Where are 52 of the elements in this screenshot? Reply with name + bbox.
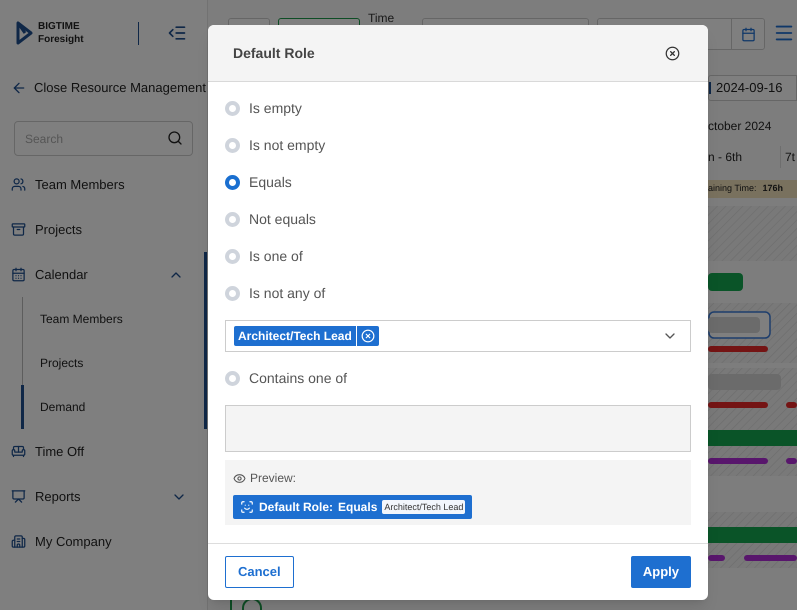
toolbar-label: Time (368, 12, 396, 24)
radio-option[interactable]: Is one of (225, 238, 691, 275)
text-area[interactable] (225, 405, 691, 452)
logo-subtitle: Foresight (38, 33, 84, 46)
radio-option[interactable]: Is not empty (225, 127, 691, 164)
close-icon[interactable] (665, 46, 680, 60)
radio-option[interactable]: Contains one of (225, 360, 691, 397)
search-icon[interactable] (167, 130, 183, 146)
nav-subitem[interactable]: Team Members (23, 297, 204, 341)
logo-icon (15, 20, 34, 46)
radio-option[interactable]: Equals (225, 164, 691, 201)
back-link[interactable]: Close Resource Management (0, 66, 207, 110)
preview-label: Preview: (250, 470, 296, 487)
selected-tag: Architect/Tech Lead (234, 326, 379, 346)
date-field[interactable]: 2024-09-16 (708, 75, 797, 101)
filter-chip: Default Role: Equals Architect/Tech Lead (233, 495, 472, 519)
remove-icon[interactable] (360, 329, 375, 343)
radio-option[interactable]: Is empty (225, 90, 691, 127)
nav-item[interactable]: Projects (0, 207, 207, 252)
nav-item[interactable]: Team Members (0, 162, 207, 207)
gantt-bar[interactable] (708, 527, 797, 543)
radio-option[interactable]: Is not any of (225, 275, 691, 312)
apply-button[interactable]: Apply (630, 556, 691, 588)
people-icon (11, 177, 26, 192)
gantt-bar[interactable] (708, 273, 743, 291)
presentation-icon (11, 489, 26, 504)
role-select[interactable]: Architect/Tech Lead (225, 320, 691, 352)
week-label: 7t (784, 149, 796, 166)
building-icon (11, 534, 26, 549)
gantt-bar[interactable] (708, 374, 781, 390)
eye-icon (233, 472, 246, 484)
radio-option[interactable]: Not equals (225, 201, 691, 238)
calendar-icon (11, 267, 26, 282)
armchair-icon (11, 444, 26, 459)
box-icon (11, 222, 26, 237)
calendar-icon[interactable] (740, 26, 756, 42)
nav-item[interactable]: Time Off (0, 429, 207, 474)
dialog-title: Default Role (233, 44, 316, 62)
month-label: ctober 2024 (708, 118, 772, 135)
radio-button[interactable] (225, 175, 240, 190)
nav-item[interactable]: Calendar (0, 252, 204, 297)
week-label: n - 6th (708, 149, 744, 166)
logo-text: BIGTIME (38, 20, 81, 33)
person-scan-icon (240, 500, 254, 514)
nav-item[interactable]: My Company (0, 519, 207, 564)
remaining-time-badge: aining Time: 176h (708, 180, 797, 198)
value-tag: Architect/Tech Lead (382, 500, 466, 514)
cancel-button[interactable]: Cancel (225, 556, 294, 588)
nav-subitem[interactable]: Demand (21, 385, 204, 429)
nav-subitem[interactable]: Projects (23, 341, 204, 385)
nav-item[interactable]: Reports (0, 474, 207, 519)
gantt-bar[interactable] (708, 430, 797, 446)
